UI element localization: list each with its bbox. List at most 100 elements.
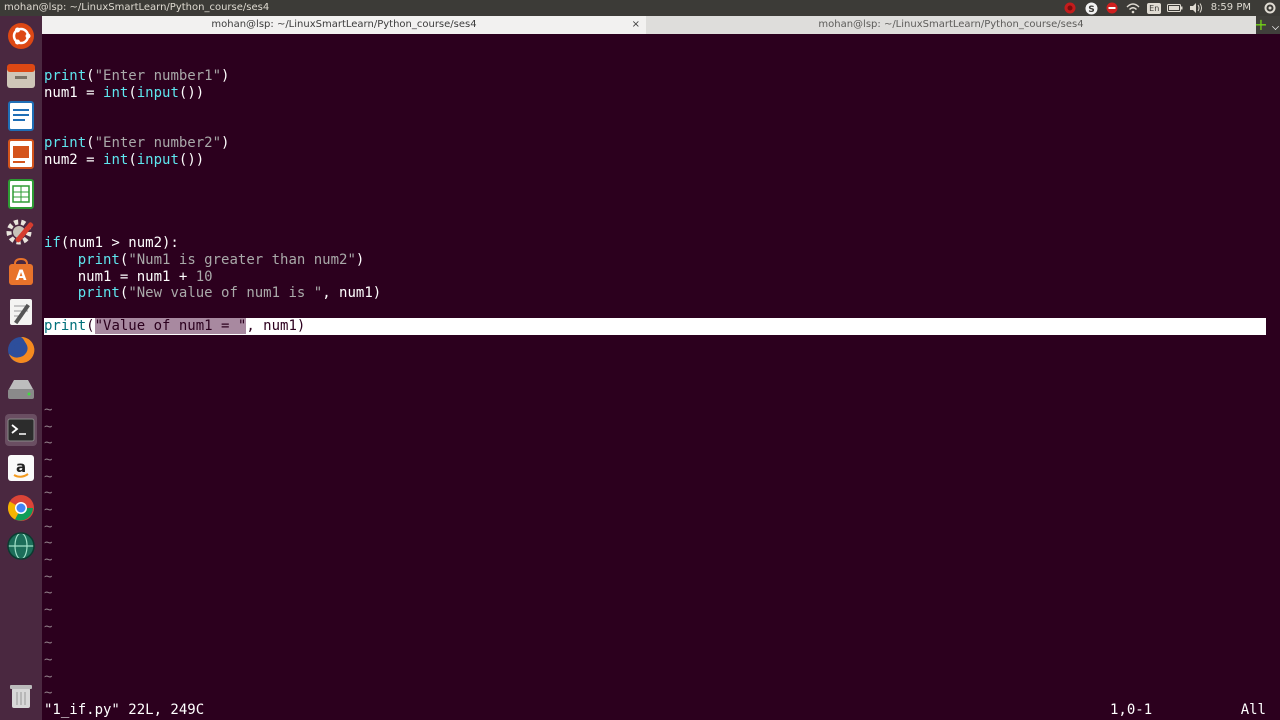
keyboard-layout-label: En	[1147, 2, 1162, 14]
tab-terminal-1[interactable]: mohan@lsp: ~/LinuxSmartLearn/Python_cour…	[42, 16, 646, 34]
empty-line-marker: ~	[44, 685, 53, 701]
empty-line-marker: ~	[44, 585, 53, 601]
tab-label: mohan@lsp: ~/LinuxSmartLearn/Python_cour…	[818, 19, 1084, 30]
code-line: num1 = num1 + 10	[44, 269, 213, 286]
code-line: if(num1 > num2):	[44, 235, 179, 252]
keyword: print	[44, 135, 87, 151]
code-line: print("Enter number1")	[44, 68, 229, 85]
software-center-icon[interactable]: A	[5, 256, 37, 288]
code-line: print("New value of num1 is ", num1)	[44, 285, 381, 302]
keyword: int	[103, 152, 129, 168]
skype-icon[interactable]: S	[1081, 0, 1102, 16]
empty-line-marker: ~	[44, 435, 53, 451]
svg-text:S: S	[1088, 5, 1094, 15]
window-title: mohan@lsp: ~/LinuxSmartLearn/Python_cour…	[4, 2, 270, 13]
tab-label: mohan@lsp: ~/LinuxSmartLearn/Python_cour…	[211, 19, 477, 30]
volume-icon[interactable]	[1186, 0, 1207, 16]
text-editor-icon[interactable]	[5, 296, 37, 328]
empty-line-marker: ~	[44, 519, 53, 535]
empty-line-marker: ~	[44, 635, 53, 651]
clock[interactable]: 8:59 PM	[1207, 0, 1259, 16]
drive-icon[interactable]	[5, 374, 37, 406]
code-line: num1 = int(input())	[44, 85, 204, 102]
empty-line-marker: ~	[44, 485, 53, 501]
tab-menu-chevron-icon[interactable]	[1272, 23, 1279, 30]
code-text: )	[355, 252, 365, 268]
tab-bar: mohan@lsp: ~/LinuxSmartLearn/Python_cour…	[42, 16, 1280, 34]
keyboard-layout-icon[interactable]: En	[1144, 0, 1165, 16]
keyword: input	[136, 85, 179, 101]
code-line: print("Num1 is greater than num2")	[44, 252, 365, 269]
empty-line-marker: ~	[44, 602, 53, 618]
ubuntu-dash-icon[interactable]	[5, 20, 37, 52]
empty-line-marker: ~	[44, 669, 53, 685]
chrome-icon[interactable]	[5, 492, 37, 524]
empty-line-marker: ~	[44, 452, 53, 468]
empty-line-marker: ~	[44, 502, 53, 518]
code-text: ())	[178, 152, 205, 168]
code-text: (	[86, 135, 95, 151]
empty-line-marker: ~	[44, 419, 53, 435]
keyword: print	[44, 68, 87, 84]
keyword: input	[136, 152, 179, 168]
writer-icon[interactable]	[5, 100, 37, 132]
top-panel: mohan@lsp: ~/LinuxSmartLearn/Python_cour…	[0, 0, 1280, 16]
string-literal: "Enter number2"	[94, 135, 222, 151]
empty-line-marker: ~	[44, 469, 53, 485]
code-text: (num1 > num2):	[60, 235, 179, 251]
number-literal: 10	[195, 269, 213, 285]
keyword: print	[44, 318, 87, 334]
vim-status-line: "1_if.py" 22L, 249C 1,0-1 All	[44, 701, 1266, 719]
string-literal: "Enter number1"	[94, 68, 222, 84]
globe-icon[interactable]	[5, 530, 37, 562]
scroll-indicator: All	[1240, 702, 1266, 718]
code-text: , num1)	[322, 285, 382, 301]
code-text: num1 = num1 +	[44, 269, 196, 285]
empty-line-marker: ~	[44, 402, 53, 418]
string-literal: "New value of num1 is "	[128, 285, 323, 301]
wifi-icon[interactable]	[1123, 0, 1144, 16]
svg-text:a: a	[16, 458, 26, 476]
impress-icon[interactable]	[5, 138, 37, 170]
record-icon[interactable]	[1060, 0, 1081, 16]
keyword: print	[77, 252, 120, 268]
empty-line-marker: ~	[44, 552, 53, 568]
trash-icon[interactable]	[5, 680, 37, 712]
empty-line-marker: ~	[44, 619, 53, 635]
cursor-position: 1,0-1	[1110, 702, 1153, 718]
launcher: A a	[0, 16, 42, 720]
code-text: , num1)	[246, 318, 306, 334]
system-settings-icon[interactable]	[5, 216, 37, 248]
code-text: (	[86, 318, 95, 334]
stop-icon[interactable]	[1102, 0, 1123, 16]
terminal-icon[interactable]	[5, 414, 37, 446]
code-text: )	[221, 68, 230, 84]
file-manager-icon[interactable]	[5, 60, 37, 92]
code-text: )	[221, 135, 230, 151]
battery-icon[interactable]	[1165, 0, 1186, 16]
terminal-buffer[interactable]: print("Enter number1") num1 = int(input(…	[44, 34, 1266, 720]
amazon-icon[interactable]: a	[5, 452, 37, 484]
selected-code-line[interactable]: print("Value of num1 = ", num1)	[44, 318, 1266, 335]
firefox-icon[interactable]	[5, 334, 37, 366]
keyword: print	[77, 285, 120, 301]
highlighted-string-literal: "Value of num1 = "	[94, 318, 247, 334]
new-tab-button[interactable]: +	[1254, 16, 1268, 34]
tab-terminal-2[interactable]: mohan@lsp: ~/LinuxSmartLearn/Python_cour…	[646, 16, 1256, 34]
code-text: (	[128, 85, 137, 101]
code-line: print("Enter number2")	[44, 135, 229, 152]
code-text: ())	[178, 85, 205, 101]
svg-text:A: A	[16, 268, 27, 284]
code-text: num2 =	[44, 152, 104, 168]
indicator-area: S En 8:59 PM	[1060, 0, 1280, 16]
keyword: if	[44, 235, 61, 251]
keyword: int	[103, 85, 129, 101]
code-text: num1 =	[44, 85, 104, 101]
code-text: (	[86, 68, 95, 84]
tab-close-icon[interactable]: ×	[632, 16, 640, 34]
empty-line-marker: ~	[44, 652, 53, 668]
calc-icon[interactable]	[5, 178, 37, 210]
settings-icon[interactable]	[1259, 0, 1280, 16]
